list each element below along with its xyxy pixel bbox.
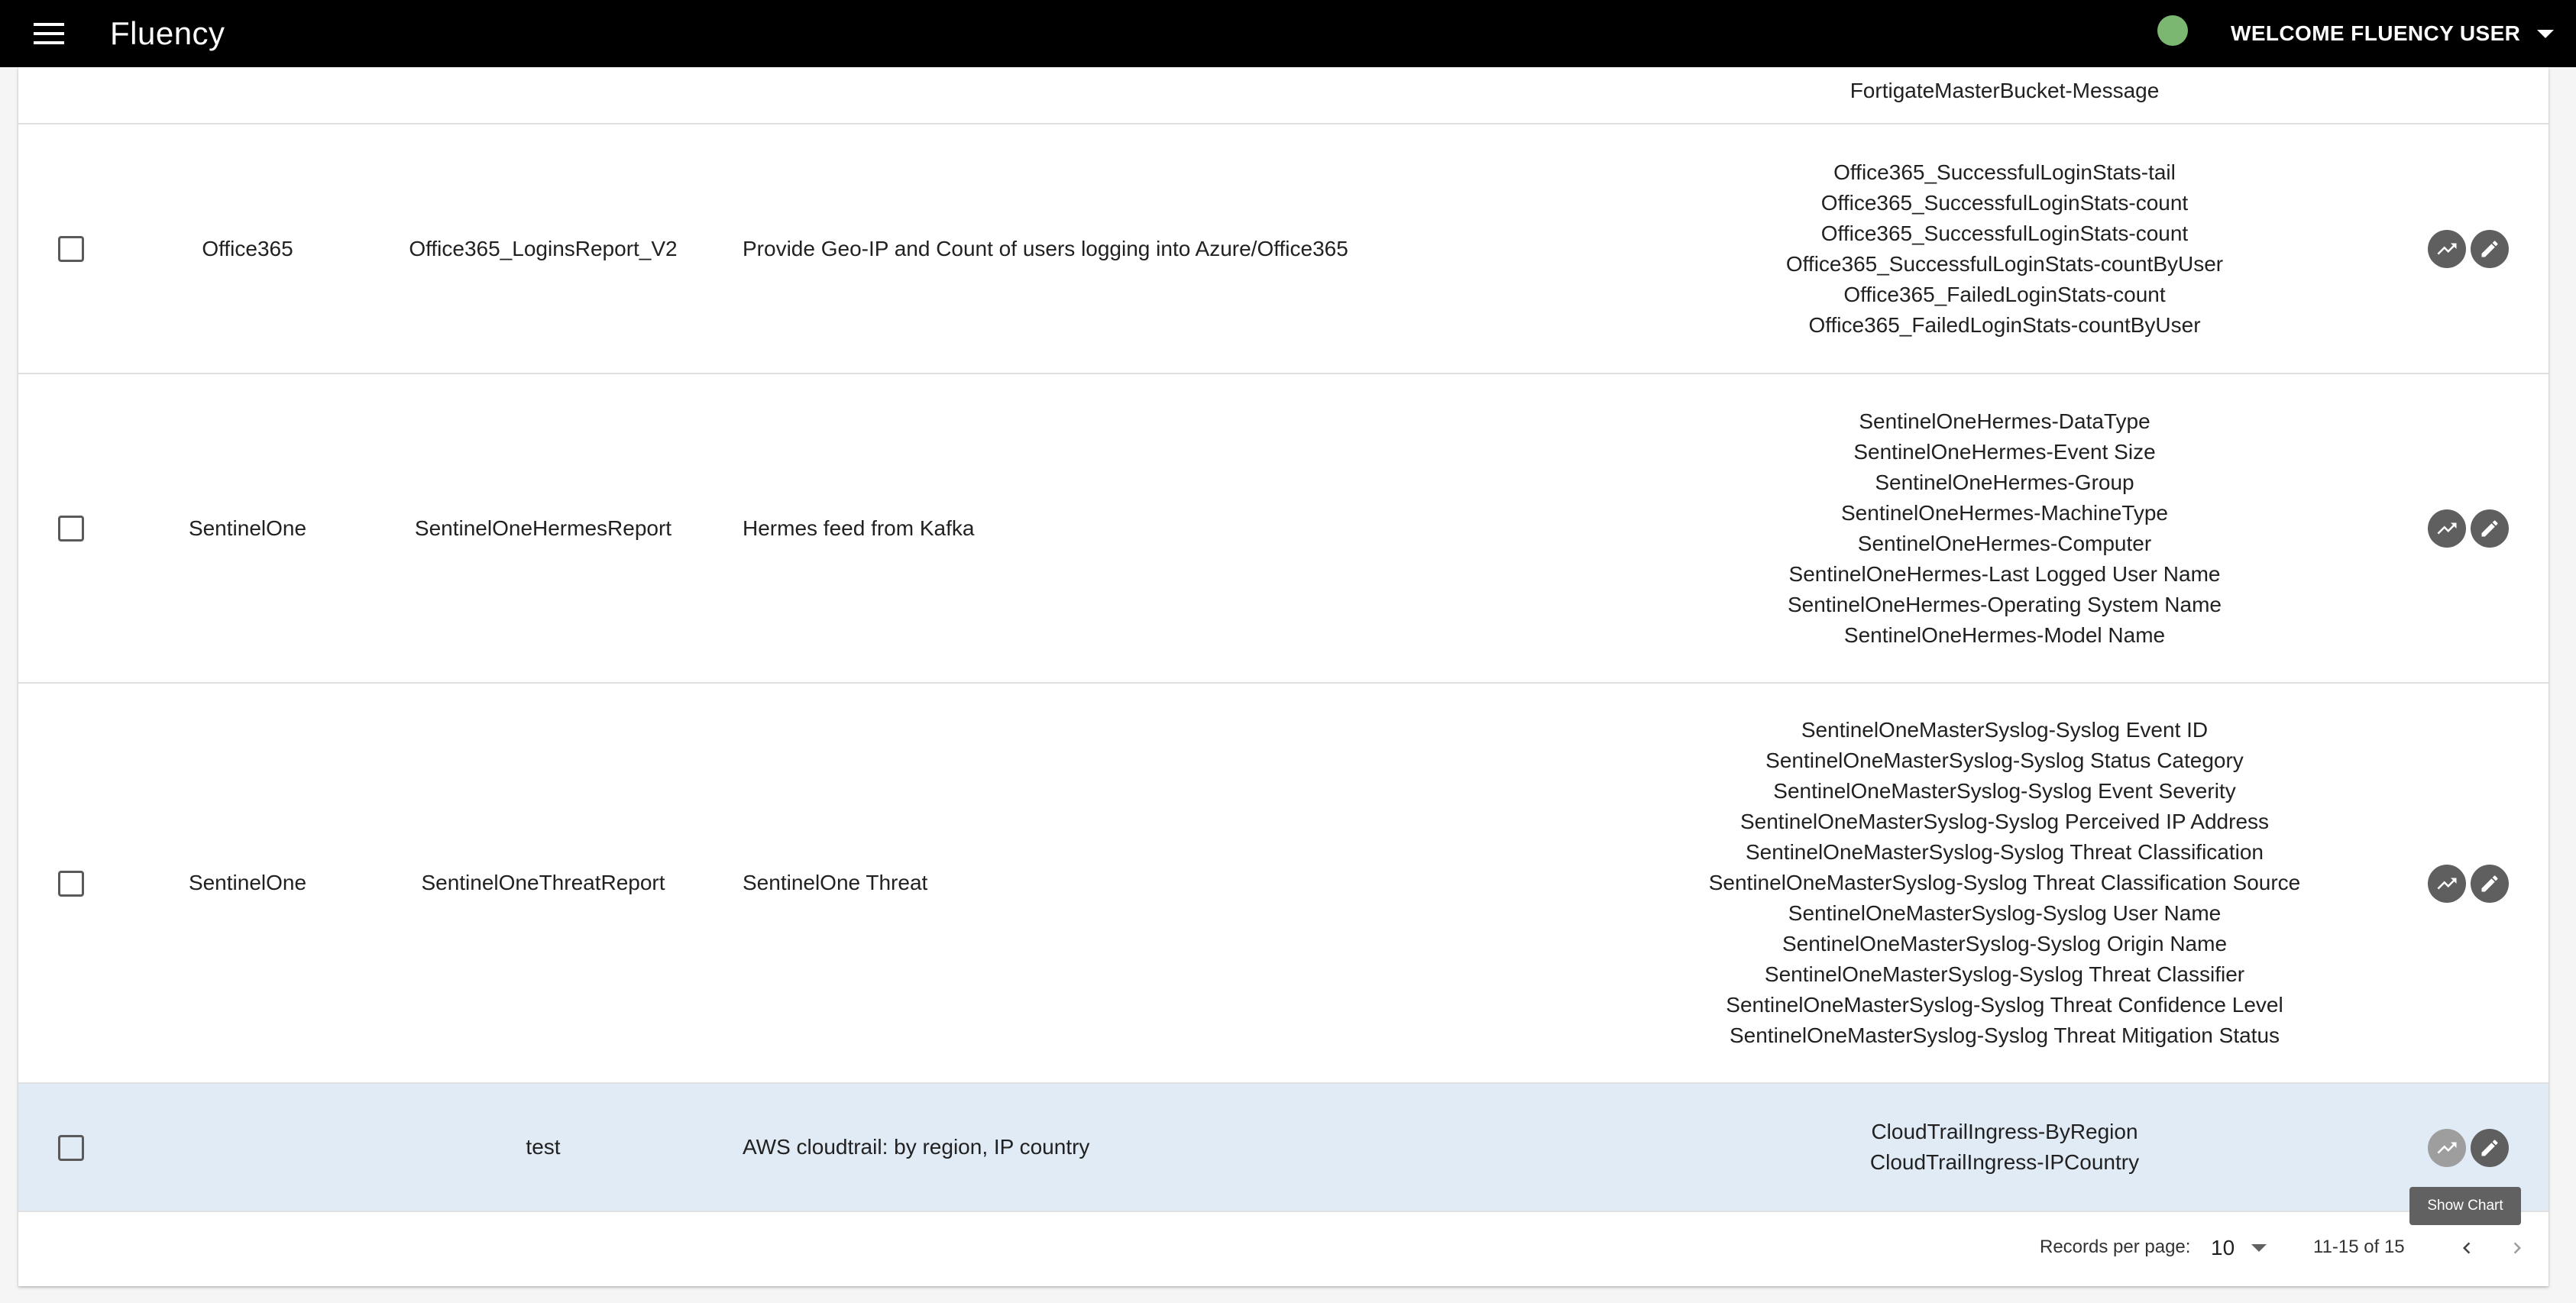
field-name: SentinelOneHermes-Event Size [1853,439,2156,464]
description-cell: Hermes feed from Kafka [743,516,975,540]
connection-status-indicator [2157,15,2188,46]
fields-cell: SentinelOneMasterSyslog-Syslog Event ID … [1600,684,2409,1082]
field-name: SentinelOneHermes-Group [1875,470,2134,494]
pencil-icon [2481,875,2498,892]
row-checkbox[interactable] [58,236,84,262]
field-name: SentinelOneHermes-Model Name [1843,622,2166,647]
hamburger-menu-icon [34,23,64,44]
description-cell: AWS cloudtrail: by region, IP country [743,1135,1090,1159]
field-name: Office365_SuccessfulLoginStats-count [1820,190,2189,215]
fields-cell: FortigateMasterBucket-Message [1600,67,2409,123]
chevron-right-icon [2513,1242,2521,1254]
source-cell: SentinelOne [188,516,307,540]
fields-cell: CloudTrailIngress-ByRegion CloudTrailIng… [1600,1084,2409,1211]
show-chart-button[interactable] [2428,1129,2466,1167]
field-name: SentinelOneMasterSyslog-Syslog Threat Cl… [1764,962,2245,986]
table-row: SentinelOne SentinelOneHermesReport Herm… [18,374,2548,684]
trending-up-icon [2437,878,2457,890]
fields-cell: Office365_SuccessfulLoginStats-tail Offi… [1600,124,2409,373]
rows-per-page-value: 10 [2211,1236,2235,1259]
edit-button[interactable] [2471,1129,2509,1167]
field-name: SentinelOneHermes-Operating System Name [1787,592,2222,616]
reports-table: FortigateMasterBucket-Message Office365 … [18,67,2548,1286]
field-name: SentinelOneMasterSyslog-Syslog Threat Mi… [1729,1023,2280,1047]
chevron-left-icon [2463,1242,2471,1254]
field-name: SentinelOneMasterSyslog-Syslog Status Ca… [1765,748,2244,772]
field-name: Office365_FailedLoginStats-count [1843,282,2166,306]
description-cell: SentinelOne Threat [743,871,928,894]
row-checkbox[interactable] [58,1135,84,1161]
page-range-label: 11-15 of 15 [2313,1237,2405,1257]
pencil-icon [2481,241,2498,257]
row-checkbox[interactable] [58,871,84,897]
field-name: SentinelOneMasterSyslog-Syslog Threat Cl… [1745,840,2264,864]
source-cell: SentinelOne [188,871,307,894]
fields-cell: SentinelOneHermes-DataType SentinelOneHe… [1600,374,2409,682]
trending-up-icon [2437,243,2457,255]
field-name: SentinelOneMasterSyslog-Syslog User Name [1788,901,2222,925]
field-name: SentinelOneHermes-Last Logged User Name [1788,561,2221,586]
description-cell: Provide Geo-IP and Count of users loggin… [743,236,1348,260]
report-name-cell: Office365_LoginsReport_V2 [409,236,678,260]
rows-per-page-label: Records per page: [2040,1237,2191,1257]
report-name-cell: SentinelOneThreatReport [421,871,665,894]
field-name: SentinelOneHermes-MachineType [1841,500,2168,525]
field-name: SentinelOneMasterSyslog-Syslog Event Sev… [1773,779,2236,803]
user-menu-button[interactable]: WELCOME FLUENCY USER [2231,11,2555,57]
table-row: test AWS cloudtrail: by region, IP count… [18,1084,2548,1212]
edit-button[interactable] [2471,865,2509,903]
chevron-down-icon [2537,29,2555,38]
field-name: FortigateMasterBucket-Message [1849,79,2160,102]
field-name: Office365_SuccessfulLoginStats-count [1820,221,2189,245]
table-row: Office365 Office365_LoginsReport_V2 Prov… [18,124,2548,374]
user-menu-label: WELCOME FLUENCY USER [2231,21,2521,45]
field-name: SentinelOneMasterSyslog-Syslog Event ID [1801,718,2209,742]
menu-button[interactable] [32,17,66,50]
source-cell: Office365 [202,236,293,260]
field-name: Office365_FailedLoginStats-countByUser [1808,312,2201,337]
edit-button[interactable] [2471,230,2509,268]
table-row: FortigateMasterBucket-Message [18,67,2548,124]
field-name: SentinelOneHermes-Computer [1857,531,2152,555]
table-row: SentinelOne SentinelOneThreatReport Sent… [18,684,2548,1084]
field-name: CloudTrailIngress-IPCountry [1869,1150,2140,1174]
report-name-cell: SentinelOneHermesReport [414,516,672,540]
field-name: SentinelOneHermes-DataType [1859,409,2150,433]
field-name: Office365_SuccessfulLoginStats-countByUs… [1785,251,2224,276]
app-title: Fluency [110,15,225,51]
field-name: SentinelOneMasterSyslog-Syslog Origin Na… [1782,932,2228,955]
pencil-icon [2481,1140,2498,1156]
next-page-button[interactable] [2498,1229,2536,1267]
pencil-icon [2481,520,2498,537]
show-chart-button[interactable] [2428,509,2466,548]
edit-button[interactable] [2471,509,2509,548]
app-bar: Fluency WELCOME FLUENCY USER [0,0,2576,67]
report-name-cell: test [526,1135,561,1159]
field-name: SentinelOneMasterSyslog-Syslog Threat Cl… [1708,871,2301,894]
field-name: SentinelOneMasterSyslog-Syslog Perceived… [1739,810,2270,833]
field-name: Office365_SuccessfulLoginStats-tail [1833,160,2176,184]
trending-up-icon [2437,522,2457,535]
field-name: SentinelOneMasterSyslog-Syslog Threat Co… [1726,993,2283,1017]
field-name: CloudTrailIngress-ByRegion [1871,1120,2138,1143]
chevron-down-icon [2251,1244,2267,1252]
row-checkbox[interactable] [58,516,84,542]
show-chart-button[interactable] [2428,865,2466,903]
show-chart-button[interactable] [2428,230,2466,268]
previous-page-button[interactable] [2448,1229,2486,1267]
pagination-bar: Records per page: 10 11-15 of 15 [18,1212,2548,1286]
rows-per-page-select[interactable]: 10 [2211,1229,2267,1267]
source-cell [125,1084,370,1211]
trending-up-icon [2437,1142,2457,1154]
